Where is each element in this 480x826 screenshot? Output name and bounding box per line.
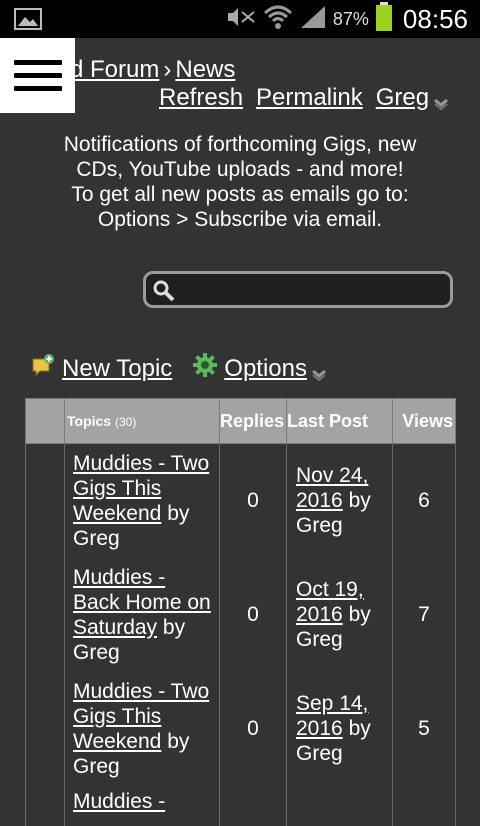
topic-actions: New Topic Options bbox=[30, 352, 327, 385]
table-row: Muddies - Two Gigs This Weekend by Greg … bbox=[25, 671, 456, 786]
last-post-author: Greg bbox=[296, 742, 343, 765]
search-box[interactable] bbox=[143, 271, 453, 308]
new-topic-link[interactable]: New Topic bbox=[62, 355, 172, 383]
gear-icon[interactable] bbox=[192, 352, 218, 385]
breadcrumb-forum-link[interactable]: d Forum bbox=[70, 56, 159, 83]
topic-cell: Muddies - Back Home on Saturday by Greg bbox=[64, 557, 220, 672]
table-row: Muddies - bbox=[25, 785, 456, 826]
topic-status-cell bbox=[25, 785, 65, 826]
by-label: by bbox=[348, 717, 371, 740]
chevron-down-icon[interactable] bbox=[433, 90, 449, 111]
user-menu-link[interactable]: Greg bbox=[376, 84, 429, 112]
options-link[interactable]: Options bbox=[224, 355, 307, 383]
battery-icon bbox=[375, 1, 393, 37]
topic-cell: Muddies - Two Gigs This Weekend by Greg bbox=[64, 443, 220, 558]
replies-cell bbox=[219, 785, 287, 826]
by-label: by bbox=[167, 729, 190, 753]
table-header-row: Topics (30) Replies Last Post Views bbox=[25, 398, 456, 444]
refresh-link[interactable]: Refresh bbox=[159, 84, 243, 112]
views-cell: 7 bbox=[392, 557, 456, 672]
forum-notice: Notifications of forthcoming Gigs, new C… bbox=[0, 132, 480, 232]
topic-cell: Muddies - bbox=[64, 785, 220, 826]
breadcrumb-separator: › bbox=[163, 56, 172, 83]
signal-icon bbox=[299, 4, 327, 35]
breadcrumb-news-link[interactable]: News bbox=[175, 56, 235, 83]
by-label: by bbox=[348, 489, 371, 513]
topic-author: Greg bbox=[73, 640, 120, 664]
search-input[interactable] bbox=[180, 274, 444, 307]
last-post-cell bbox=[286, 785, 393, 826]
notice-line: To get all new posts as emails go to: bbox=[71, 183, 409, 206]
last-post-author: Greg bbox=[296, 514, 343, 538]
topic-status-cell bbox=[25, 557, 65, 672]
topic-status-cell bbox=[25, 443, 65, 558]
by-label: by bbox=[162, 615, 186, 639]
views-column-header[interactable]: Views bbox=[392, 398, 456, 444]
views-cell: 6 bbox=[392, 443, 456, 558]
views-cell: 5 bbox=[392, 671, 456, 786]
status-column-header bbox=[25, 398, 65, 444]
topics-header-label: Topics bbox=[67, 413, 112, 429]
replies-cell: 0 bbox=[219, 671, 287, 786]
clock: 08:56 bbox=[402, 3, 468, 34]
last-post-column-header[interactable]: Last Post bbox=[286, 398, 393, 444]
topic-title-link[interactable]: Muddies - bbox=[73, 790, 165, 813]
search-icon bbox=[152, 279, 176, 308]
last-post-cell: Sep 14, 2016 by Greg bbox=[286, 671, 393, 786]
topic-status-cell bbox=[25, 671, 65, 786]
top-links: Refresh Permalink Greg bbox=[159, 84, 449, 112]
last-post-author: Greg bbox=[296, 628, 343, 651]
topics-count: (30) bbox=[114, 415, 137, 429]
battery-percent: 87% bbox=[332, 8, 369, 29]
views-cell bbox=[392, 785, 456, 826]
topic-author: Greg bbox=[73, 526, 120, 550]
wifi-icon bbox=[263, 4, 293, 35]
topics-table: Topics (30) Replies Last Post Views Mudd… bbox=[25, 398, 456, 826]
topic-cell: Muddies - Two Gigs This Weekend by Greg bbox=[64, 671, 220, 786]
new-topic-icon[interactable] bbox=[30, 352, 56, 385]
topics-column-header[interactable]: Topics (30) bbox=[64, 398, 220, 444]
permalink-link[interactable]: Permalink bbox=[256, 84, 363, 112]
hamburger-menu-icon[interactable] bbox=[0, 38, 75, 113]
topic-title-link[interactable]: Muddies - Back Home on Saturday bbox=[73, 566, 211, 639]
replies-cell: 0 bbox=[219, 557, 287, 672]
topic-author: Greg bbox=[73, 754, 120, 778]
by-label: by bbox=[167, 501, 190, 525]
last-post-cell: Oct 19, 2016 by Greg bbox=[286, 557, 393, 672]
replies-cell: 0 bbox=[219, 443, 287, 558]
table-row: Muddies - Two Gigs This Weekend by Greg … bbox=[25, 443, 456, 558]
notice-line: Options > Subscribe via email. bbox=[97, 208, 383, 231]
notice-line: Notifications of forthcoming Gigs, new bbox=[63, 133, 417, 156]
chevron-down-icon[interactable] bbox=[311, 361, 327, 381]
mute-icon bbox=[225, 4, 257, 35]
table-row: Muddies - Back Home on Saturday by Greg … bbox=[25, 557, 456, 672]
last-post-cell: Nov 24, 2016 by Greg bbox=[286, 443, 393, 558]
replies-column-header[interactable]: Replies bbox=[219, 398, 287, 444]
by-label: by bbox=[348, 603, 371, 626]
notice-line: CDs, YouTube uploads - and more! bbox=[76, 158, 404, 181]
breadcrumb: d Forum › News bbox=[70, 56, 235, 84]
image-icon bbox=[14, 8, 42, 35]
status-bar: 87% 08:56 bbox=[0, 0, 480, 38]
